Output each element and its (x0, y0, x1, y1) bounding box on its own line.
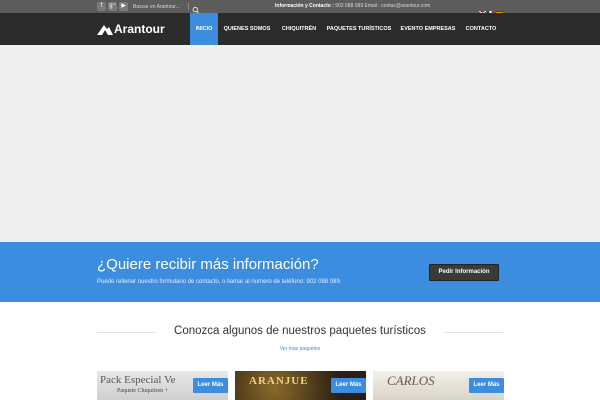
contact-details: 902 088 089 Email : contac@arantour.com (335, 3, 431, 9)
package-card[interactable]: Pack Especial Ve Paquete Chiquitren + Le… (97, 371, 228, 400)
nav-inicio[interactable]: INICIO (190, 13, 218, 45)
more-packages-link[interactable]: Ver más paquetes (280, 346, 320, 352)
package-caption: CARLOS (387, 373, 435, 388)
request-info-button[interactable]: Pedir Información (429, 264, 499, 281)
youtube-icon[interactable]: ▶ (119, 2, 128, 11)
contact-info: Información y Contacto : 902 088 089 Ema… (275, 3, 430, 9)
english-flag-icon[interactable] (478, 3, 487, 17)
top-utility-bar: f g⁺ ▶ Información y Contacto : 902 088 … (0, 0, 600, 17)
mountain-logo-icon (97, 25, 113, 35)
packages-title: Conozca algunos de nuestros paquetes tur… (174, 325, 426, 337)
read-more-button[interactable]: Leer Más (469, 378, 504, 393)
package-caption: ARANJUE (249, 375, 309, 387)
read-more-button[interactable]: Leer Más (193, 378, 228, 393)
search-icon[interactable] (192, 2, 200, 14)
package-subcaption: Paquete Chiquitren + (117, 388, 169, 394)
read-more-button[interactable]: Leer Más (331, 378, 366, 393)
title-rule-right (443, 332, 503, 333)
nav-evento-empresas[interactable]: EVENTO EMPRESAS (399, 13, 457, 45)
search-divider (188, 3, 189, 10)
hero-slider (0, 45, 600, 242)
nav-contacto[interactable]: CONTACTO (462, 13, 500, 45)
cta-title: ¿Quiere recibir más información? (97, 256, 319, 273)
main-navbar: Arantour INICIO QUIENES SOMOS CHIQUITRÉN… (0, 13, 600, 45)
facebook-icon[interactable]: f (97, 2, 106, 11)
google-plus-icon[interactable]: g⁺ (108, 2, 117, 11)
package-card[interactable]: ARANJUE Leer Más (235, 371, 366, 400)
info-request-banner: ¿Quiere recibir más información? Puede r… (0, 242, 600, 302)
nav-quienes-somos[interactable]: QUIENES SOMOS (222, 13, 272, 45)
search-input[interactable] (133, 1, 188, 12)
cta-text: Puede rellenar nuestro formulario de con… (97, 279, 342, 285)
nav-paquetes-turisticos[interactable]: PAQUETES TURÍSTICOS (325, 13, 393, 45)
package-caption: Pack Especial Ve (100, 374, 176, 386)
nav-chiquitren[interactable]: CHIQUITRÉN (279, 13, 319, 45)
spanish-flag-icon[interactable] (496, 3, 503, 16)
package-card[interactable]: CARLOS Leer Más (373, 371, 504, 400)
contact-label: Información y Contacto : (275, 3, 334, 9)
french-flag-icon[interactable] (487, 3, 494, 16)
logo-text: Arantour (114, 22, 165, 36)
